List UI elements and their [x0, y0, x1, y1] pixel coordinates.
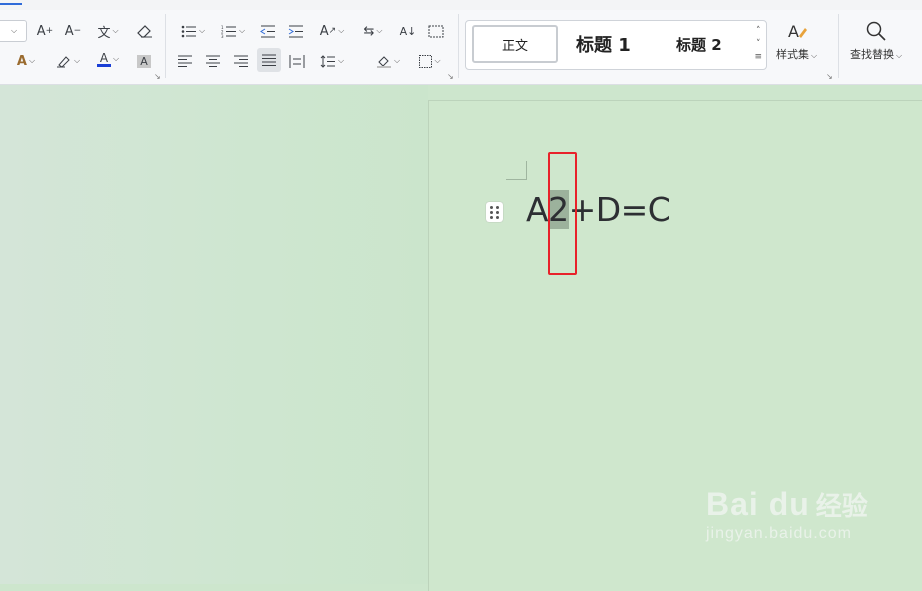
active-tab-indicator: [0, 3, 22, 5]
char-shading-icon[interactable]: A: [134, 50, 154, 72]
paragraph-dialog-launcher[interactable]: ↘: [447, 72, 454, 81]
font-color-icon[interactable]: A ⌵: [92, 48, 124, 70]
style-heading-1[interactable]: 标题 1: [576, 31, 631, 57]
watermark-url: jingyan.baidu.com: [706, 525, 852, 542]
font-dialog-launcher[interactable]: ↘: [154, 72, 161, 81]
align-center-icon[interactable]: [204, 50, 222, 72]
increase-font-icon[interactable]: A +: [34, 20, 56, 42]
phonetic-guide-icon[interactable]: 文 ⌵: [92, 20, 124, 42]
margin-corner-mark: [506, 161, 527, 180]
numbering-icon[interactable]: 1 2 3 ⌵: [218, 20, 248, 42]
watermark-brand: Bai du: [706, 486, 810, 522]
search-icon: [866, 21, 886, 41]
watermark-brand-cn: 经验: [815, 492, 868, 522]
font-size-dropdown[interactable]: ⌵: [0, 20, 27, 42]
align-left-icon[interactable]: [176, 50, 194, 72]
style-normal[interactable]: 正文: [472, 25, 558, 63]
group-divider: [165, 14, 166, 78]
paragraph-drag-handle[interactable]: [486, 202, 503, 222]
svg-text:3: 3: [221, 34, 224, 38]
gallery-expand-icon[interactable]: ≡: [754, 51, 762, 64]
align-right-icon[interactable]: [232, 50, 250, 72]
styles-gallery: 正文 标题 1 标题 2 ˄ ˅ ≡: [465, 20, 767, 70]
chevron-down-icon[interactable]: ˅: [754, 38, 762, 51]
annotation-highlight-box: [548, 152, 577, 275]
group-divider: [458, 14, 459, 78]
group-divider: [838, 14, 839, 78]
show-marks-icon[interactable]: [426, 20, 446, 42]
find-replace-button[interactable]: 查找替换 ⌵: [850, 20, 902, 62]
find-replace-label: 查找替换: [850, 48, 894, 61]
decrease-font-icon[interactable]: A −: [62, 20, 84, 42]
chevron-up-icon[interactable]: ˄: [754, 25, 762, 38]
increase-indent-icon[interactable]: [286, 20, 306, 42]
styles-dialog-launcher[interactable]: ↘: [826, 72, 833, 81]
gallery-scroll[interactable]: ˄ ˅ ≡: [754, 25, 762, 64]
text-direction-icon[interactable]: A ↗ ⌵: [316, 20, 348, 42]
borders-icon[interactable]: ⌵: [414, 50, 446, 72]
styles-set-button[interactable]: A 样式集 ⌵: [776, 20, 817, 62]
baidu-watermark: Bai du 经验 jingyan.baidu.com: [706, 486, 868, 543]
chevron-down-icon: ⌵: [10, 26, 18, 35]
text-after-selection: +D=C: [568, 190, 671, 229]
decrease-indent-icon[interactable]: [258, 20, 278, 42]
clear-format-icon[interactable]: [134, 20, 156, 42]
line-spacing-icon[interactable]: ⌵: [316, 50, 348, 72]
style-heading-2[interactable]: 标题 2: [676, 34, 722, 55]
ribbon-toolbar: ⌵ A + A − 文 ⌵ A ⌵ ⌵ A ⌵ A ↘ ⌵ 1 2 3 ⌵ A ↗ ⌵ ⇆ ⌵ A↓: [0, 10, 922, 85]
workspace-background: [0, 85, 428, 584]
styles-set-icon: A: [788, 22, 807, 41]
text-before-selection: A: [526, 190, 549, 229]
styles-set-label: 样式集: [776, 48, 809, 61]
distributed-icon[interactable]: [288, 50, 306, 72]
highlight-icon[interactable]: ⌵: [52, 50, 84, 72]
text-effect-icon[interactable]: A ⌵: [10, 50, 42, 72]
bullets-icon[interactable]: ⌵: [178, 20, 208, 42]
text-sort-icon[interactable]: A↓: [398, 20, 418, 42]
sort-icon[interactable]: ⇆ ⌵: [358, 20, 388, 42]
svg-text:A: A: [788, 22, 799, 41]
justify-icon[interactable]: [257, 48, 281, 72]
shading-icon[interactable]: ⌵: [372, 50, 404, 72]
